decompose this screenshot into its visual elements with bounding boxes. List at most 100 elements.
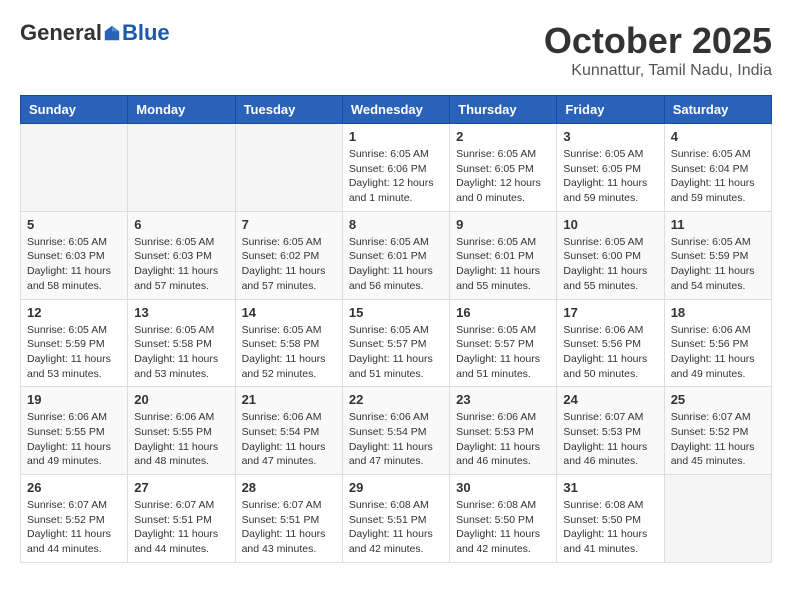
calendar-cell: 9 Sunrise: 6:05 AM Sunset: 6:01 PM Daylig… [450,211,557,299]
calendar-cell: 4 Sunrise: 6:05 AM Sunset: 6:04 PM Daylig… [664,124,771,212]
day-info: Sunrise: 6:05 AM Sunset: 6:01 PM Dayligh… [349,235,443,294]
day-info: Sunrise: 6:05 AM Sunset: 5:57 PM Dayligh… [456,323,550,382]
calendar-cell: 7Sunrise: 6:05 AM Sunset: 6:02 PM Daylig… [235,211,342,299]
calendar-cell: 17Sunrise: 6:06 AM Sunset: 5:56 PM Dayli… [557,299,664,387]
month-title: October 2025 [544,20,772,62]
day-number: 6 [134,217,228,232]
calendar-cell: 14 Sunrise: 6:05 AM Sunset: 5:58 PM Dayli… [235,299,342,387]
day-number: 12 [27,305,121,320]
calendar-cell: 18 Sunrise: 6:06 AM Sunset: 5:56 PM Dayli… [664,299,771,387]
day-number: 11 [671,217,765,232]
day-info: Sunrise: 6:05 AM Sunset: 6:00 PM Dayligh… [563,235,657,294]
day-info: Sunrise: 6:05 AM Sunset: 6:06 PM Dayligh… [349,147,443,206]
day-number: 25 [671,392,765,407]
day-info: Sunrise: 6:05 AM Sunset: 5:59 PM Dayligh… [27,323,121,382]
calendar-cell: 23 Sunrise: 6:06 AM Sunset: 5:53 PM Dayli… [450,387,557,475]
calendar-cell: 27Sunrise: 6:07 AM Sunset: 5:51 PM Dayli… [128,475,235,563]
calendar-table: SundayMondayTuesdayWednesdayThursdayFrid… [20,95,772,563]
day-info: Sunrise: 6:06 AM Sunset: 5:56 PM Dayligh… [563,323,657,382]
day-number: 16 [456,305,550,320]
calendar-cell: 29 Sunrise: 6:08 AM Sunset: 5:51 PM Dayli… [342,475,449,563]
calendar-cell: 2Sunrise: 6:05 AM Sunset: 6:05 PM Daylig… [450,124,557,212]
day-number: 27 [134,480,228,495]
day-info: Sunrise: 6:05 AM Sunset: 6:05 PM Dayligh… [563,147,657,206]
day-number: 23 [456,392,550,407]
day-number: 4 [671,129,765,144]
day-info: Sunrise: 6:07 AM Sunset: 5:52 PM Dayligh… [27,498,121,557]
calendar-cell [235,124,342,212]
calendar-cell: 5 Sunrise: 6:05 AM Sunset: 6:03 PM Daylig… [21,211,128,299]
day-info: Sunrise: 6:07 AM Sunset: 5:52 PM Dayligh… [671,410,765,469]
day-number: 31 [563,480,657,495]
day-number: 7 [242,217,336,232]
day-number: 20 [134,392,228,407]
day-info: Sunrise: 6:06 AM Sunset: 5:54 PM Dayligh… [349,410,443,469]
day-info: Sunrise: 6:05 AM Sunset: 5:57 PM Dayligh… [349,323,443,382]
calendar-cell: 16 Sunrise: 6:05 AM Sunset: 5:57 PM Dayli… [450,299,557,387]
day-info: Sunrise: 6:06 AM Sunset: 5:53 PM Dayligh… [456,410,550,469]
weekday-header-friday: Friday [557,96,664,124]
calendar-week-2: 5 Sunrise: 6:05 AM Sunset: 6:03 PM Daylig… [21,211,772,299]
weekday-header-tuesday: Tuesday [235,96,342,124]
page-header: General Blue October 2025 Kunnattur, Tam… [20,20,772,80]
day-info: Sunrise: 6:06 AM Sunset: 5:54 PM Dayligh… [242,410,336,469]
logo: General Blue [20,20,170,46]
day-info: Sunrise: 6:05 AM Sunset: 5:59 PM Dayligh… [671,235,765,294]
day-info: Sunrise: 6:08 AM Sunset: 5:50 PM Dayligh… [456,498,550,557]
calendar-cell: 24 Sunrise: 6:07 AM Sunset: 5:53 PM Dayli… [557,387,664,475]
day-number: 5 [27,217,121,232]
day-number: 10 [563,217,657,232]
day-number: 9 [456,217,550,232]
calendar-week-5: 26 Sunrise: 6:07 AM Sunset: 5:52 PM Dayli… [21,475,772,563]
weekday-header-wednesday: Wednesday [342,96,449,124]
calendar-cell: 20Sunrise: 6:06 AM Sunset: 5:55 PM Dayli… [128,387,235,475]
day-info: Sunrise: 6:05 AM Sunset: 6:04 PM Dayligh… [671,147,765,206]
day-number: 24 [563,392,657,407]
day-number: 30 [456,480,550,495]
day-number: 26 [27,480,121,495]
day-info: Sunrise: 6:05 AM Sunset: 5:58 PM Dayligh… [242,323,336,382]
weekday-header-thursday: Thursday [450,96,557,124]
day-number: 19 [27,392,121,407]
day-number: 14 [242,305,336,320]
calendar-cell [664,475,771,563]
calendar-cell: 28 Sunrise: 6:07 AM Sunset: 5:51 PM Dayli… [235,475,342,563]
logo-blue-text: Blue [122,20,170,46]
logo-icon [103,24,121,42]
calendar-cell: 11 Sunrise: 6:05 AM Sunset: 5:59 PM Dayli… [664,211,771,299]
day-info: Sunrise: 6:05 AM Sunset: 6:03 PM Dayligh… [134,235,228,294]
day-number: 8 [349,217,443,232]
day-number: 29 [349,480,443,495]
day-info: Sunrise: 6:06 AM Sunset: 5:56 PM Dayligh… [671,323,765,382]
calendar-cell: 3Sunrise: 6:05 AM Sunset: 6:05 PM Daylig… [557,124,664,212]
calendar-cell: 19Sunrise: 6:06 AM Sunset: 5:55 PM Dayli… [21,387,128,475]
calendar-cell: 31 Sunrise: 6:08 AM Sunset: 5:50 PM Dayli… [557,475,664,563]
day-number: 18 [671,305,765,320]
day-number: 1 [349,129,443,144]
weekday-header-monday: Monday [128,96,235,124]
day-number: 15 [349,305,443,320]
day-info: Sunrise: 6:05 AM Sunset: 6:05 PM Dayligh… [456,147,550,206]
calendar-cell [21,124,128,212]
calendar-cell: 1 Sunrise: 6:05 AM Sunset: 6:06 PM Daylig… [342,124,449,212]
calendar-cell: 12 Sunrise: 6:05 AM Sunset: 5:59 PM Dayli… [21,299,128,387]
day-info: Sunrise: 6:08 AM Sunset: 5:50 PM Dayligh… [563,498,657,557]
day-info: Sunrise: 6:08 AM Sunset: 5:51 PM Dayligh… [349,498,443,557]
calendar-cell: 25 Sunrise: 6:07 AM Sunset: 5:52 PM Dayli… [664,387,771,475]
day-info: Sunrise: 6:07 AM Sunset: 5:51 PM Dayligh… [242,498,336,557]
day-info: Sunrise: 6:07 AM Sunset: 5:53 PM Dayligh… [563,410,657,469]
calendar-week-4: 19Sunrise: 6:06 AM Sunset: 5:55 PM Dayli… [21,387,772,475]
calendar-cell: 15 Sunrise: 6:05 AM Sunset: 5:57 PM Dayli… [342,299,449,387]
calendar-cell: 10 Sunrise: 6:05 AM Sunset: 6:00 PM Dayli… [557,211,664,299]
weekday-header-saturday: Saturday [664,96,771,124]
location-text: Kunnattur, Tamil Nadu, India [544,62,772,80]
day-info: Sunrise: 6:05 AM Sunset: 6:01 PM Dayligh… [456,235,550,294]
day-info: Sunrise: 6:05 AM Sunset: 6:03 PM Dayligh… [27,235,121,294]
calendar-cell: 21Sunrise: 6:06 AM Sunset: 5:54 PM Dayli… [235,387,342,475]
day-number: 28 [242,480,336,495]
calendar-week-3: 12 Sunrise: 6:05 AM Sunset: 5:59 PM Dayli… [21,299,772,387]
calendar-cell: 13Sunrise: 6:05 AM Sunset: 5:58 PM Dayli… [128,299,235,387]
calendar-cell: 30 Sunrise: 6:08 AM Sunset: 5:50 PM Dayli… [450,475,557,563]
weekday-header-row: SundayMondayTuesdayWednesdayThursdayFrid… [21,96,772,124]
logo-general-text: General [20,20,102,46]
